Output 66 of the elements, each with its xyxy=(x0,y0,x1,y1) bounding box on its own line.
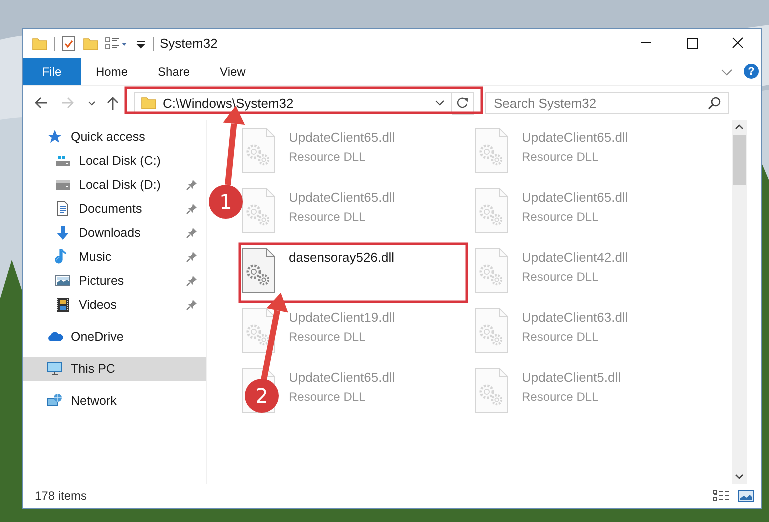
item-count: 178 items xyxy=(35,489,88,503)
ribbon-tab[interactable]: Home xyxy=(81,58,144,85)
film-icon xyxy=(55,297,71,313)
sidebar-item[interactable]: Downloads xyxy=(23,221,206,245)
sidebar-item[interactable]: Local Disk (C:) xyxy=(23,149,206,173)
dll-file-icon xyxy=(474,368,510,414)
window-title: System32 xyxy=(160,36,218,51)
file-type: Resource DLL xyxy=(289,150,367,164)
refresh-button[interactable] xyxy=(452,92,474,114)
dll-file-icon xyxy=(474,308,510,354)
sidebar-item[interactable]: This PC xyxy=(23,357,206,381)
ribbon-tab[interactable]: View xyxy=(205,58,261,85)
ribbon-tab[interactable]: Share xyxy=(143,58,206,85)
search-icon[interactable] xyxy=(708,96,722,110)
properties-icon[interactable] xyxy=(61,36,77,52)
file-type: Resource DLL xyxy=(289,330,367,344)
dll-file-icon xyxy=(241,248,277,294)
file-type: Resource DLL xyxy=(289,210,367,224)
pin-icon xyxy=(186,203,198,215)
address-field[interactable]: C:\Windows\System32 xyxy=(134,92,452,114)
download-icon xyxy=(55,225,71,241)
dll-file-icon xyxy=(474,128,510,174)
network-icon xyxy=(47,393,63,409)
search-field[interactable]: Search System32 xyxy=(485,92,729,114)
large-icons-view-icon[interactable] xyxy=(737,489,755,503)
file-type: Resource DLL xyxy=(522,330,600,344)
step-number-badge: 2 xyxy=(245,379,279,413)
help-button[interactable]: ? xyxy=(744,64,759,79)
drive-icon xyxy=(55,153,71,169)
sidebar-item[interactable]: Pictures xyxy=(23,269,206,293)
sidebar-item[interactable]: Quick access xyxy=(23,125,206,149)
sidebar-item[interactable]: Local Disk (D:) xyxy=(23,173,206,197)
details-view-icon[interactable] xyxy=(713,489,731,503)
file-type: Resource DLL xyxy=(522,150,600,164)
pin-icon xyxy=(186,275,198,287)
expand-ribbon-icon[interactable] xyxy=(720,66,734,76)
picture-icon xyxy=(55,273,71,289)
sidebar-item[interactable]: Documents xyxy=(23,197,206,221)
drive-icon xyxy=(55,177,71,193)
pin-icon xyxy=(186,179,198,191)
dll-file-icon xyxy=(474,248,510,294)
view-options-icon[interactable] xyxy=(105,36,129,52)
file-type: Resource DLL xyxy=(522,390,600,404)
dll-file-icon xyxy=(241,308,277,354)
step-number-badge: 1 xyxy=(209,185,243,219)
file-type: Resource DLL xyxy=(289,390,367,404)
sidebar-item[interactable]: Music xyxy=(23,245,206,269)
scrollbar[interactable] xyxy=(732,120,747,484)
file-type: Resource DLL xyxy=(522,270,600,284)
document-icon xyxy=(55,201,71,217)
file-name[interactable]: dasensoray526.dll xyxy=(289,250,395,265)
sidebar-item[interactable]: Videos xyxy=(23,293,206,317)
sidebar-item[interactable]: OneDrive xyxy=(23,325,206,349)
dll-file-icon xyxy=(474,188,510,234)
folder-icon xyxy=(141,95,157,111)
pin-icon xyxy=(186,251,198,263)
star-icon xyxy=(47,129,63,145)
scroll-thumb[interactable] xyxy=(733,135,746,185)
pin-icon xyxy=(186,227,198,239)
dll-file-icon xyxy=(241,188,277,234)
dll-file-icon xyxy=(241,128,277,174)
monitor-icon xyxy=(47,361,63,377)
sidebar-item[interactable]: Network xyxy=(23,389,206,413)
pin-icon xyxy=(186,299,198,311)
file-menu-tab[interactable]: File xyxy=(23,58,81,85)
file-type: Resource DLL xyxy=(522,210,600,224)
